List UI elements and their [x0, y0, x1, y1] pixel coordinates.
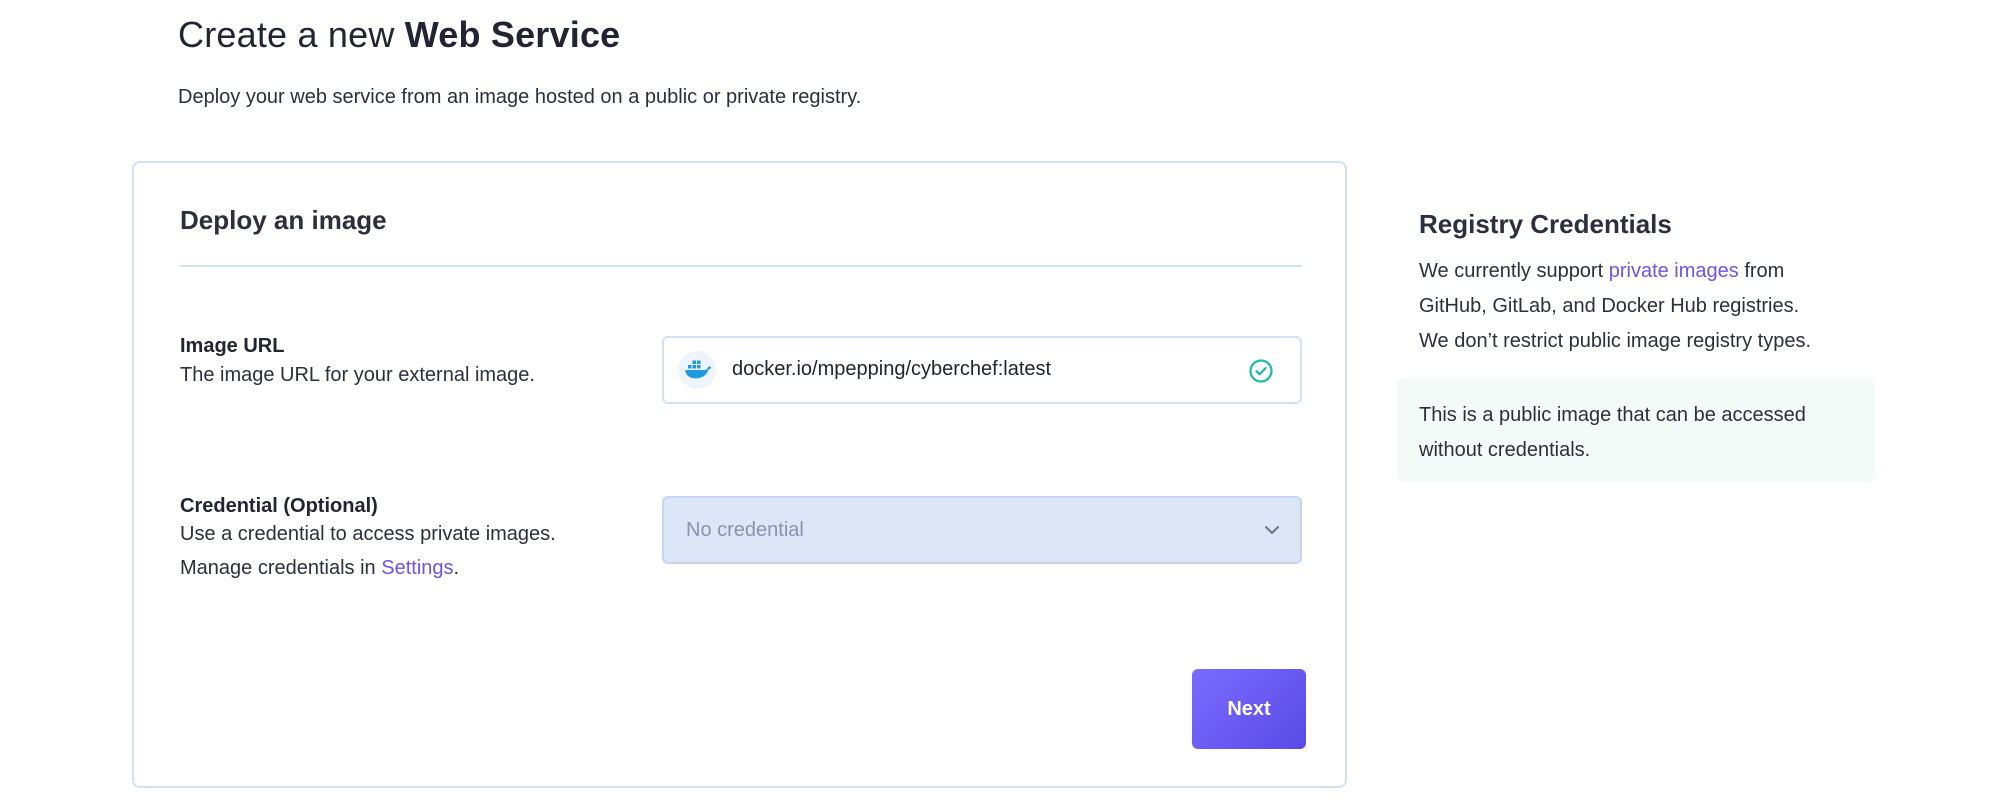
credential-help-2-suffix: . — [453, 557, 460, 579]
deploy-image-card: Deploy an image Image URL The image URL … — [132, 161, 1347, 788]
registry-text-line-1-suffix: from — [1744, 260, 1785, 282]
image-url-value: docker.io/mpepping/cyberchef:latest — [732, 358, 1052, 380]
public-image-note: This is a public image that can be acces… — [1397, 378, 1875, 482]
registry-credentials-title: Registry Credentials — [1419, 209, 1672, 239]
registry-text-line-1-prefix: We currently support — [1419, 260, 1604, 282]
image-url-help: The image URL for your external image. — [180, 364, 535, 386]
next-button[interactable]: Next — [1192, 669, 1306, 749]
registry-text-line-3: We don’t restrict public image registry … — [1419, 330, 1812, 352]
credential-help-1: Use a credential to access private image… — [180, 523, 556, 545]
credential-label: Credential (Optional) — [180, 495, 378, 517]
credential-select[interactable]: No credential — [662, 496, 1302, 564]
public-image-note-text: This is a public image that can be acces… — [1419, 398, 1806, 468]
public-image-note-line-2: without credentials. — [1419, 439, 1591, 461]
page-title-bold: Web Service — [404, 14, 621, 55]
registry-text-line-2: GitHub, GitLab, and Docker Hub registrie… — [1419, 295, 1800, 317]
page: Create a new Web Service Deploy your web… — [0, 0, 2000, 807]
credential-help-2: Manage credentials in Settings. — [180, 551, 459, 585]
chevron-down-icon — [1265, 526, 1279, 534]
card-title: Deploy an image — [180, 205, 387, 235]
credential-help-2-prefix: Manage credentials in — [180, 557, 376, 579]
image-url-input[interactable]: docker.io/mpepping/cyberchef:latest — [662, 336, 1302, 404]
settings-link[interactable]: Settings — [381, 557, 453, 579]
registry-text-line-1: We currently support private images from — [1419, 254, 1811, 289]
credential-selected-value: No credential — [686, 519, 804, 541]
image-url-label: Image URL — [180, 335, 285, 357]
docker-icon — [678, 351, 716, 389]
private-images-link[interactable]: private images — [1609, 260, 1739, 282]
check-circle-icon — [1249, 359, 1273, 383]
page-title-prefix: Create a new — [178, 14, 395, 55]
page-title: Create a new Web Service — [178, 14, 620, 56]
registry-credentials-text: We currently support private images from… — [1419, 254, 1811, 359]
public-image-note-line-1: This is a public image that can be acces… — [1419, 404, 1806, 426]
page-subtitle: Deploy your web service from an image ho… — [178, 86, 862, 108]
card-divider — [180, 265, 1302, 267]
